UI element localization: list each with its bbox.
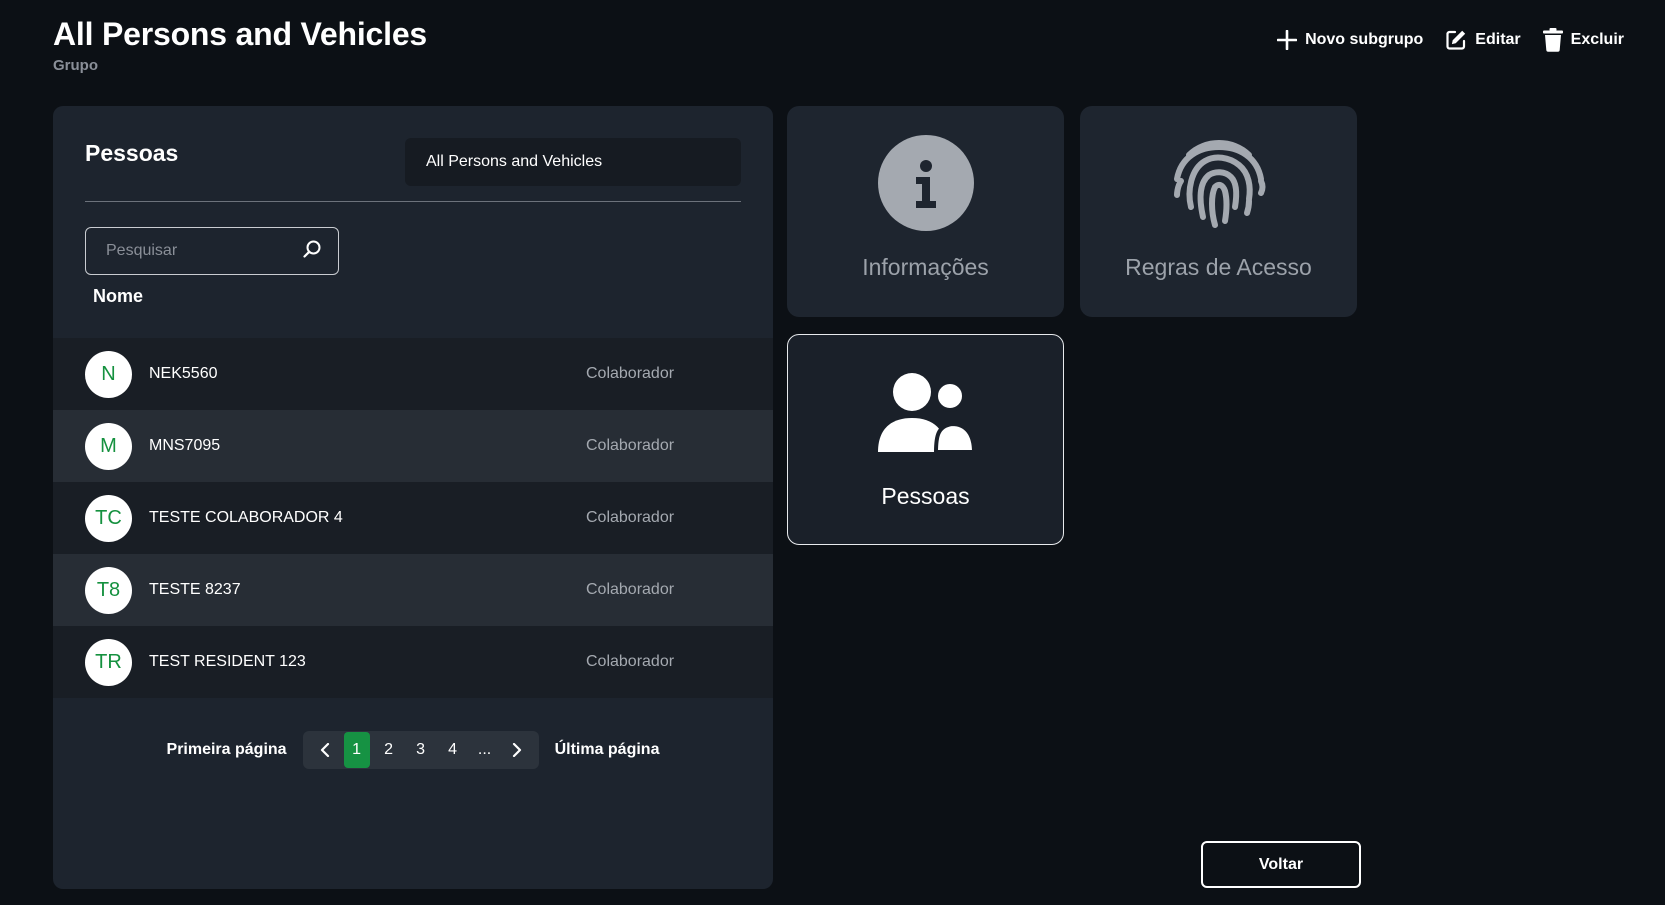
list-item[interactable]: T8 TESTE 8237 Colaborador: [53, 554, 773, 626]
page-1[interactable]: 1: [343, 732, 370, 768]
fingerprint-icon: [1169, 135, 1269, 231]
page-ellipsis: ...: [477, 741, 492, 758]
tile-informacoes[interactable]: Informações: [787, 106, 1064, 317]
first-page-link[interactable]: Primeira página: [167, 741, 287, 759]
tile-label: Pessoas: [881, 483, 970, 509]
avatar: M: [85, 422, 132, 470]
column-header-name[interactable]: Nome: [93, 286, 143, 307]
info-icon: [877, 135, 974, 231]
tile-regras-de-acesso[interactable]: Regras de Acesso: [1080, 106, 1357, 317]
person-role: Colaborador: [586, 437, 675, 454]
avatar: N: [85, 350, 132, 398]
list-item[interactable]: M MNS7095 Colaborador: [53, 410, 773, 482]
delete-button[interactable]: Excluir: [1542, 28, 1624, 52]
person-name: NEK5560: [149, 365, 218, 382]
new-subgroup-button[interactable]: Novo subgrupo: [1277, 30, 1423, 50]
avatar: TR: [85, 638, 132, 686]
search-input[interactable]: [106, 242, 276, 260]
list-item[interactable]: TR TEST RESIDENT 123 Colaborador: [53, 626, 773, 698]
header-actions: Novo subgrupo Editar Excluir: [1277, 28, 1624, 52]
pagination: Primeira página 1 2 3 4 ... Última págin…: [53, 731, 773, 769]
people-panel-title: Pessoas: [85, 140, 179, 166]
group-select[interactable]: All Persons and Vehicles: [405, 138, 741, 186]
page-4[interactable]: 4: [440, 732, 466, 768]
person-role: Colaborador: [586, 365, 675, 382]
search-box: [85, 227, 339, 275]
last-page-link[interactable]: Última página: [555, 741, 660, 759]
back-button[interactable]: Voltar: [1201, 841, 1361, 888]
new-subgroup-label: Novo subgrupo: [1305, 31, 1424, 48]
page-controls: 1 2 3 4 ...: [302, 731, 539, 769]
plus-icon: [1277, 30, 1298, 50]
page-2[interactable]: 2: [376, 732, 402, 768]
person-role: Colaborador: [586, 509, 675, 526]
trash-icon: [1542, 28, 1563, 52]
page-title: All Persons and Vehicles: [53, 16, 428, 52]
person-role: Colaborador: [586, 581, 675, 598]
person-name: TEST RESIDENT 123: [149, 653, 306, 670]
people-list: N NEK5560 Colaborador M MNS7095 Colabora…: [53, 338, 773, 698]
search-icon[interactable]: [302, 239, 322, 264]
list-item[interactable]: N NEK5560 Colaborador: [53, 338, 773, 410]
divider: [85, 201, 741, 202]
list-item[interactable]: TC TESTE COLABORADOR 4 Colaborador: [53, 482, 773, 554]
chevron-right-icon[interactable]: [504, 732, 530, 768]
tile-label: Regras de Acesso: [1125, 254, 1312, 280]
tile-pessoas[interactable]: Pessoas: [787, 334, 1064, 545]
avatar: TC: [85, 494, 132, 542]
person-role: Colaborador: [586, 653, 675, 670]
person-name: MNS7095: [149, 437, 221, 454]
person-name: TESTE COLABORADOR 4: [149, 509, 343, 526]
page-3[interactable]: 3: [408, 732, 434, 768]
edit-label: Editar: [1475, 31, 1521, 48]
users-icon: [877, 364, 974, 460]
chevron-left-icon[interactable]: [312, 732, 338, 768]
page-subtitle: Grupo: [53, 57, 98, 74]
group-select-value: All Persons and Vehicles: [426, 153, 603, 170]
group-detail-page: All Persons and Vehicles Grupo Novo subg…: [0, 0, 1665, 905]
person-name: TESTE 8237: [149, 581, 241, 598]
avatar: T8: [85, 566, 132, 614]
people-panel: Pessoas All Persons and Vehicles Nome N …: [53, 106, 773, 889]
edit-button[interactable]: Editar: [1445, 29, 1521, 51]
tile-label: Informações: [862, 254, 989, 280]
delete-label: Excluir: [1570, 31, 1624, 48]
edit-icon: [1445, 29, 1467, 51]
